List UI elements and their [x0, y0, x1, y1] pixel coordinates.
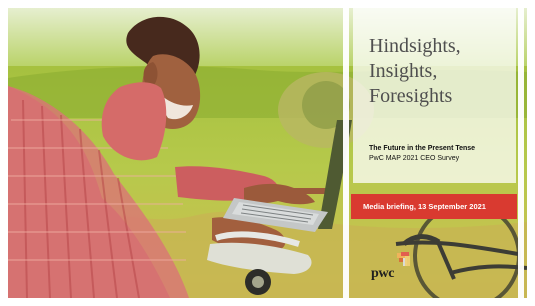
pwc-logo: pwc — [371, 252, 413, 286]
presentation-slide: Hindsights, Insights, Foresights The Fut… — [0, 0, 535, 306]
frame-divider-left — [343, 8, 349, 298]
title-panel: Hindsights, Insights, Foresights The Fut… — [353, 8, 516, 183]
slide-subtitle: The Future in the Present Tense — [369, 145, 476, 152]
frame-divider-right — [518, 8, 524, 298]
survey-title: PwC MAP 2021 CEO Survey — [369, 155, 460, 162]
pwc-logo-text: pwc — [371, 266, 395, 281]
media-briefing-banner: Media briefing, 13 September 2021 — [351, 194, 517, 219]
slide-title: Hindsights, Insights, Foresights — [369, 35, 461, 107]
pwc-logo-icon — [397, 252, 410, 266]
